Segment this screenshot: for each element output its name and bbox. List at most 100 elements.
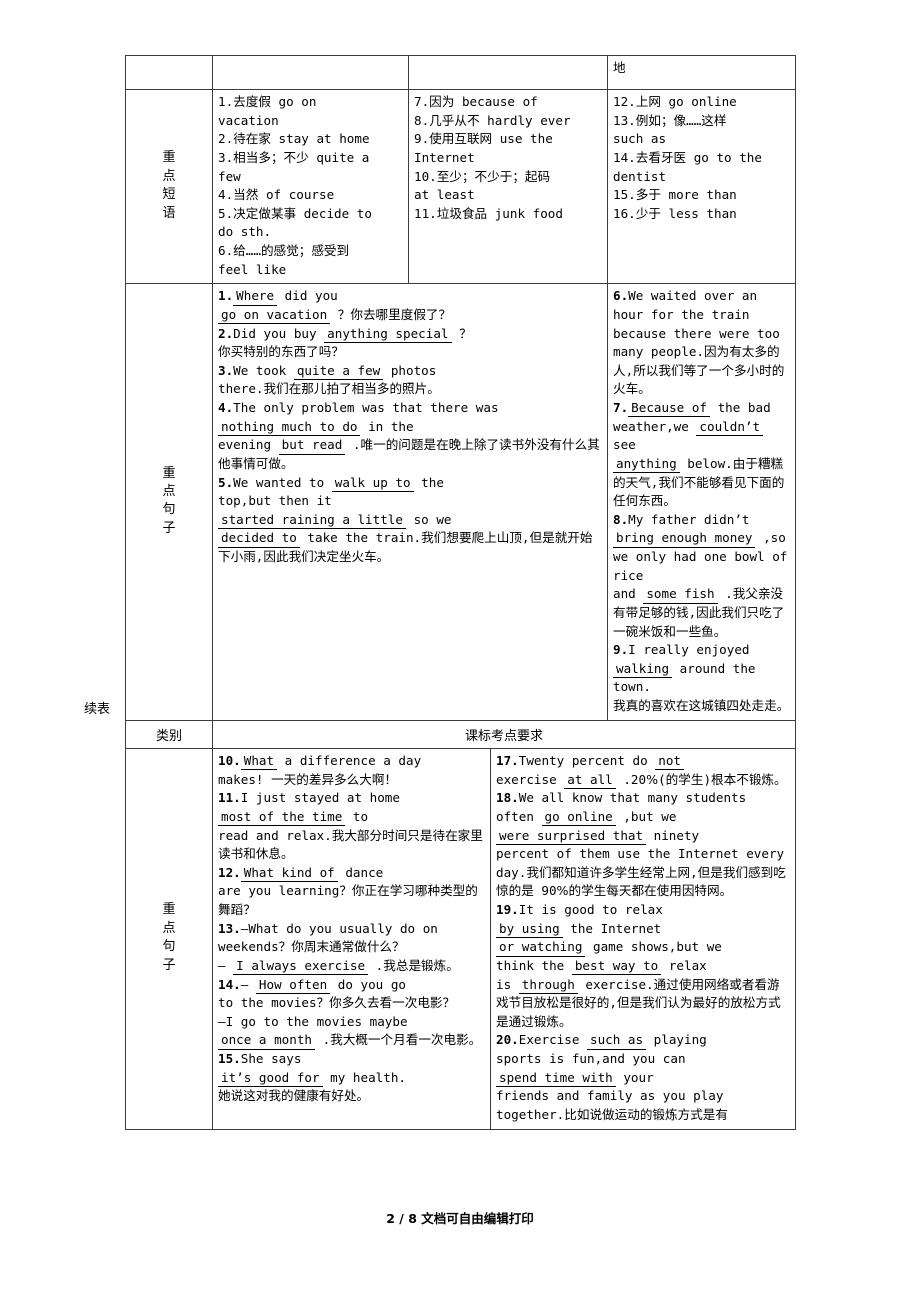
- en-text: most of the time: [221, 808, 343, 824]
- cn-text: 使用互联网: [429, 131, 493, 147]
- answer-blank: most of the time: [218, 808, 346, 827]
- en-text: 12.: [613, 94, 636, 109]
- en-text: (: [658, 771, 666, 787]
- text-line: 5.决定做某事 decide to: [218, 205, 403, 224]
- en-text: but read: [281, 437, 343, 453]
- cn-text: 去看牙医: [635, 149, 687, 165]
- sentence-item: 20.Exercise such as playing sports is fun…: [496, 1031, 790, 1124]
- cn-text: 决定做某事: [233, 205, 297, 221]
- phrases-column-c: 12.上网 go online 13.例如；像……这样 such as 14.去看牙医…: [607, 88, 796, 285]
- text-line: feel like: [218, 261, 403, 280]
- en-text: —: [240, 976, 256, 992]
- text-line: 1.去度假 go on: [218, 93, 403, 112]
- en-text: think the: [496, 957, 572, 973]
- sentence-item: 11.I just stayed at home most of the time…: [218, 789, 485, 864]
- en-text: at least: [414, 187, 475, 203]
- en-text: Twenty percent do: [518, 753, 656, 768]
- en-text: Did you buy: [233, 325, 325, 341]
- en-text: 7.: [414, 94, 430, 109]
- en-text: anything: [616, 455, 677, 471]
- text-line: 16.少于 less than: [613, 205, 790, 224]
- en-text: some fish: [646, 586, 715, 602]
- en-text: do you go: [330, 976, 406, 992]
- en-text: because of: [454, 94, 538, 109]
- answer-blank: started raining a little: [218, 511, 406, 530]
- en-text: quite a few: [296, 362, 381, 378]
- cn-text: 的感觉；感受到: [260, 243, 350, 258]
- answer-blank: at all: [564, 771, 616, 790]
- sentences-column-left: 10. What a difference a day makes! 一天的差异多么…: [212, 748, 491, 1130]
- answer-blank: bring enough money: [613, 531, 756, 548]
- sentence-number: 19.: [496, 902, 519, 917]
- row-label-key-sentences: 重 点 句 子: [125, 283, 213, 721]
- en-text: ……: [245, 243, 261, 258]
- en-text: Because of: [631, 400, 707, 415]
- row-label-char: 短: [162, 187, 176, 203]
- en-text: the bad: [710, 400, 771, 415]
- cn-text: ？你周末通常做什么？: [278, 939, 405, 955]
- en-text: weekends: [218, 939, 279, 955]
- en-text: ): [703, 771, 712, 787]
- cn-text: 至少；不少于；起码: [436, 168, 551, 184]
- en-text: I really enjoyed: [628, 642, 750, 658]
- sentences-column-right: 17.Twenty percent do not exercise at all …: [489, 748, 797, 1130]
- en-text: my health.: [322, 1069, 406, 1085]
- sentence-item: 4.The only problem was that there was not…: [218, 399, 602, 474]
- row-label-key-sentences: 重 点 句 子: [125, 748, 213, 1130]
- cn-text: 垃圾食品: [436, 205, 488, 221]
- row-label-char: 重: [162, 150, 176, 166]
- answer-blank: I always exercise: [233, 958, 369, 976]
- en-text: is: [496, 976, 519, 992]
- en-text: such as: [590, 1032, 644, 1048]
- cn-text: 几乎从不: [429, 112, 480, 128]
- sentence-item: 19.It is good to relax by using the Inter…: [496, 901, 790, 1031]
- en-text: the Internet: [562, 920, 662, 936]
- sentence-number: 2.: [218, 325, 234, 341]
- cell-carryover-blank-2: [212, 55, 409, 90]
- cn-text: 少于: [635, 205, 661, 221]
- en-text: .: [315, 1032, 331, 1048]
- en-text: What: [243, 753, 275, 768]
- en-text: .: [717, 586, 733, 602]
- en-text: friends and family as you play: [496, 1088, 724, 1104]
- en-text: nothing much to do: [221, 418, 358, 434]
- en-text: and: [613, 586, 644, 602]
- sentence-item: 15.She says it’s good for my health. 她说这对我…: [218, 1050, 485, 1106]
- table-row: 重 点 句 子 10. What a difference a day makes!…: [125, 748, 797, 1130]
- en-text: 16.: [613, 205, 636, 221]
- row-label-char: 点: [162, 168, 176, 184]
- en-text: —What do you usually do on: [240, 920, 438, 936]
- cn-text: %的学生每天都在使用因特网。: [556, 883, 733, 899]
- en-text: the: [413, 474, 444, 490]
- en-text: started raining a little: [221, 511, 403, 527]
- text-line: 3.相当多；不少 quite a: [218, 149, 403, 168]
- answer-blank: quite a few: [293, 362, 384, 381]
- sentence-item: 18.We all know that many students often g…: [496, 789, 790, 901]
- en-text: less than: [660, 205, 737, 221]
- text-line: 10.至少；不少于；起码: [414, 168, 602, 187]
- cn-text: 我总是锻炼。: [383, 957, 459, 973]
- en-text: 10.: [414, 168, 437, 184]
- en-text: spend time with: [499, 1069, 613, 1085]
- text-line: 2.待在家 stay at home: [218, 130, 403, 149]
- en-text: of course: [258, 187, 335, 203]
- row-label-char: 子: [162, 520, 176, 536]
- en-text: makes!: [218, 771, 272, 787]
- phrases-column-a: 1.去度假 go on vacation 2.待在家 stay at home 3.相…: [212, 88, 409, 285]
- en-text: at all: [567, 771, 613, 787]
- en-text: once a month: [221, 1032, 312, 1048]
- answer-blank: were surprised that: [496, 828, 647, 845]
- en-text: do sth.: [218, 224, 272, 240]
- text-line: such as: [613, 130, 790, 149]
- en-text: there.: [218, 381, 264, 397]
- en-text: She says: [240, 1051, 302, 1066]
- en-text: more than: [660, 187, 737, 203]
- en-text: take the train.: [299, 530, 422, 546]
- sentences-column-right: 6.We waited over an hour for the train b…: [607, 283, 796, 721]
- table-header-row: 类别 课标考点要求: [125, 720, 797, 749]
- en-text: stay at home: [270, 131, 370, 147]
- en-text: by using: [499, 920, 560, 936]
- en-text: 14.: [613, 149, 636, 165]
- row-label-char: 点: [162, 483, 176, 499]
- en-text: we only had one bowl of rice: [613, 549, 788, 583]
